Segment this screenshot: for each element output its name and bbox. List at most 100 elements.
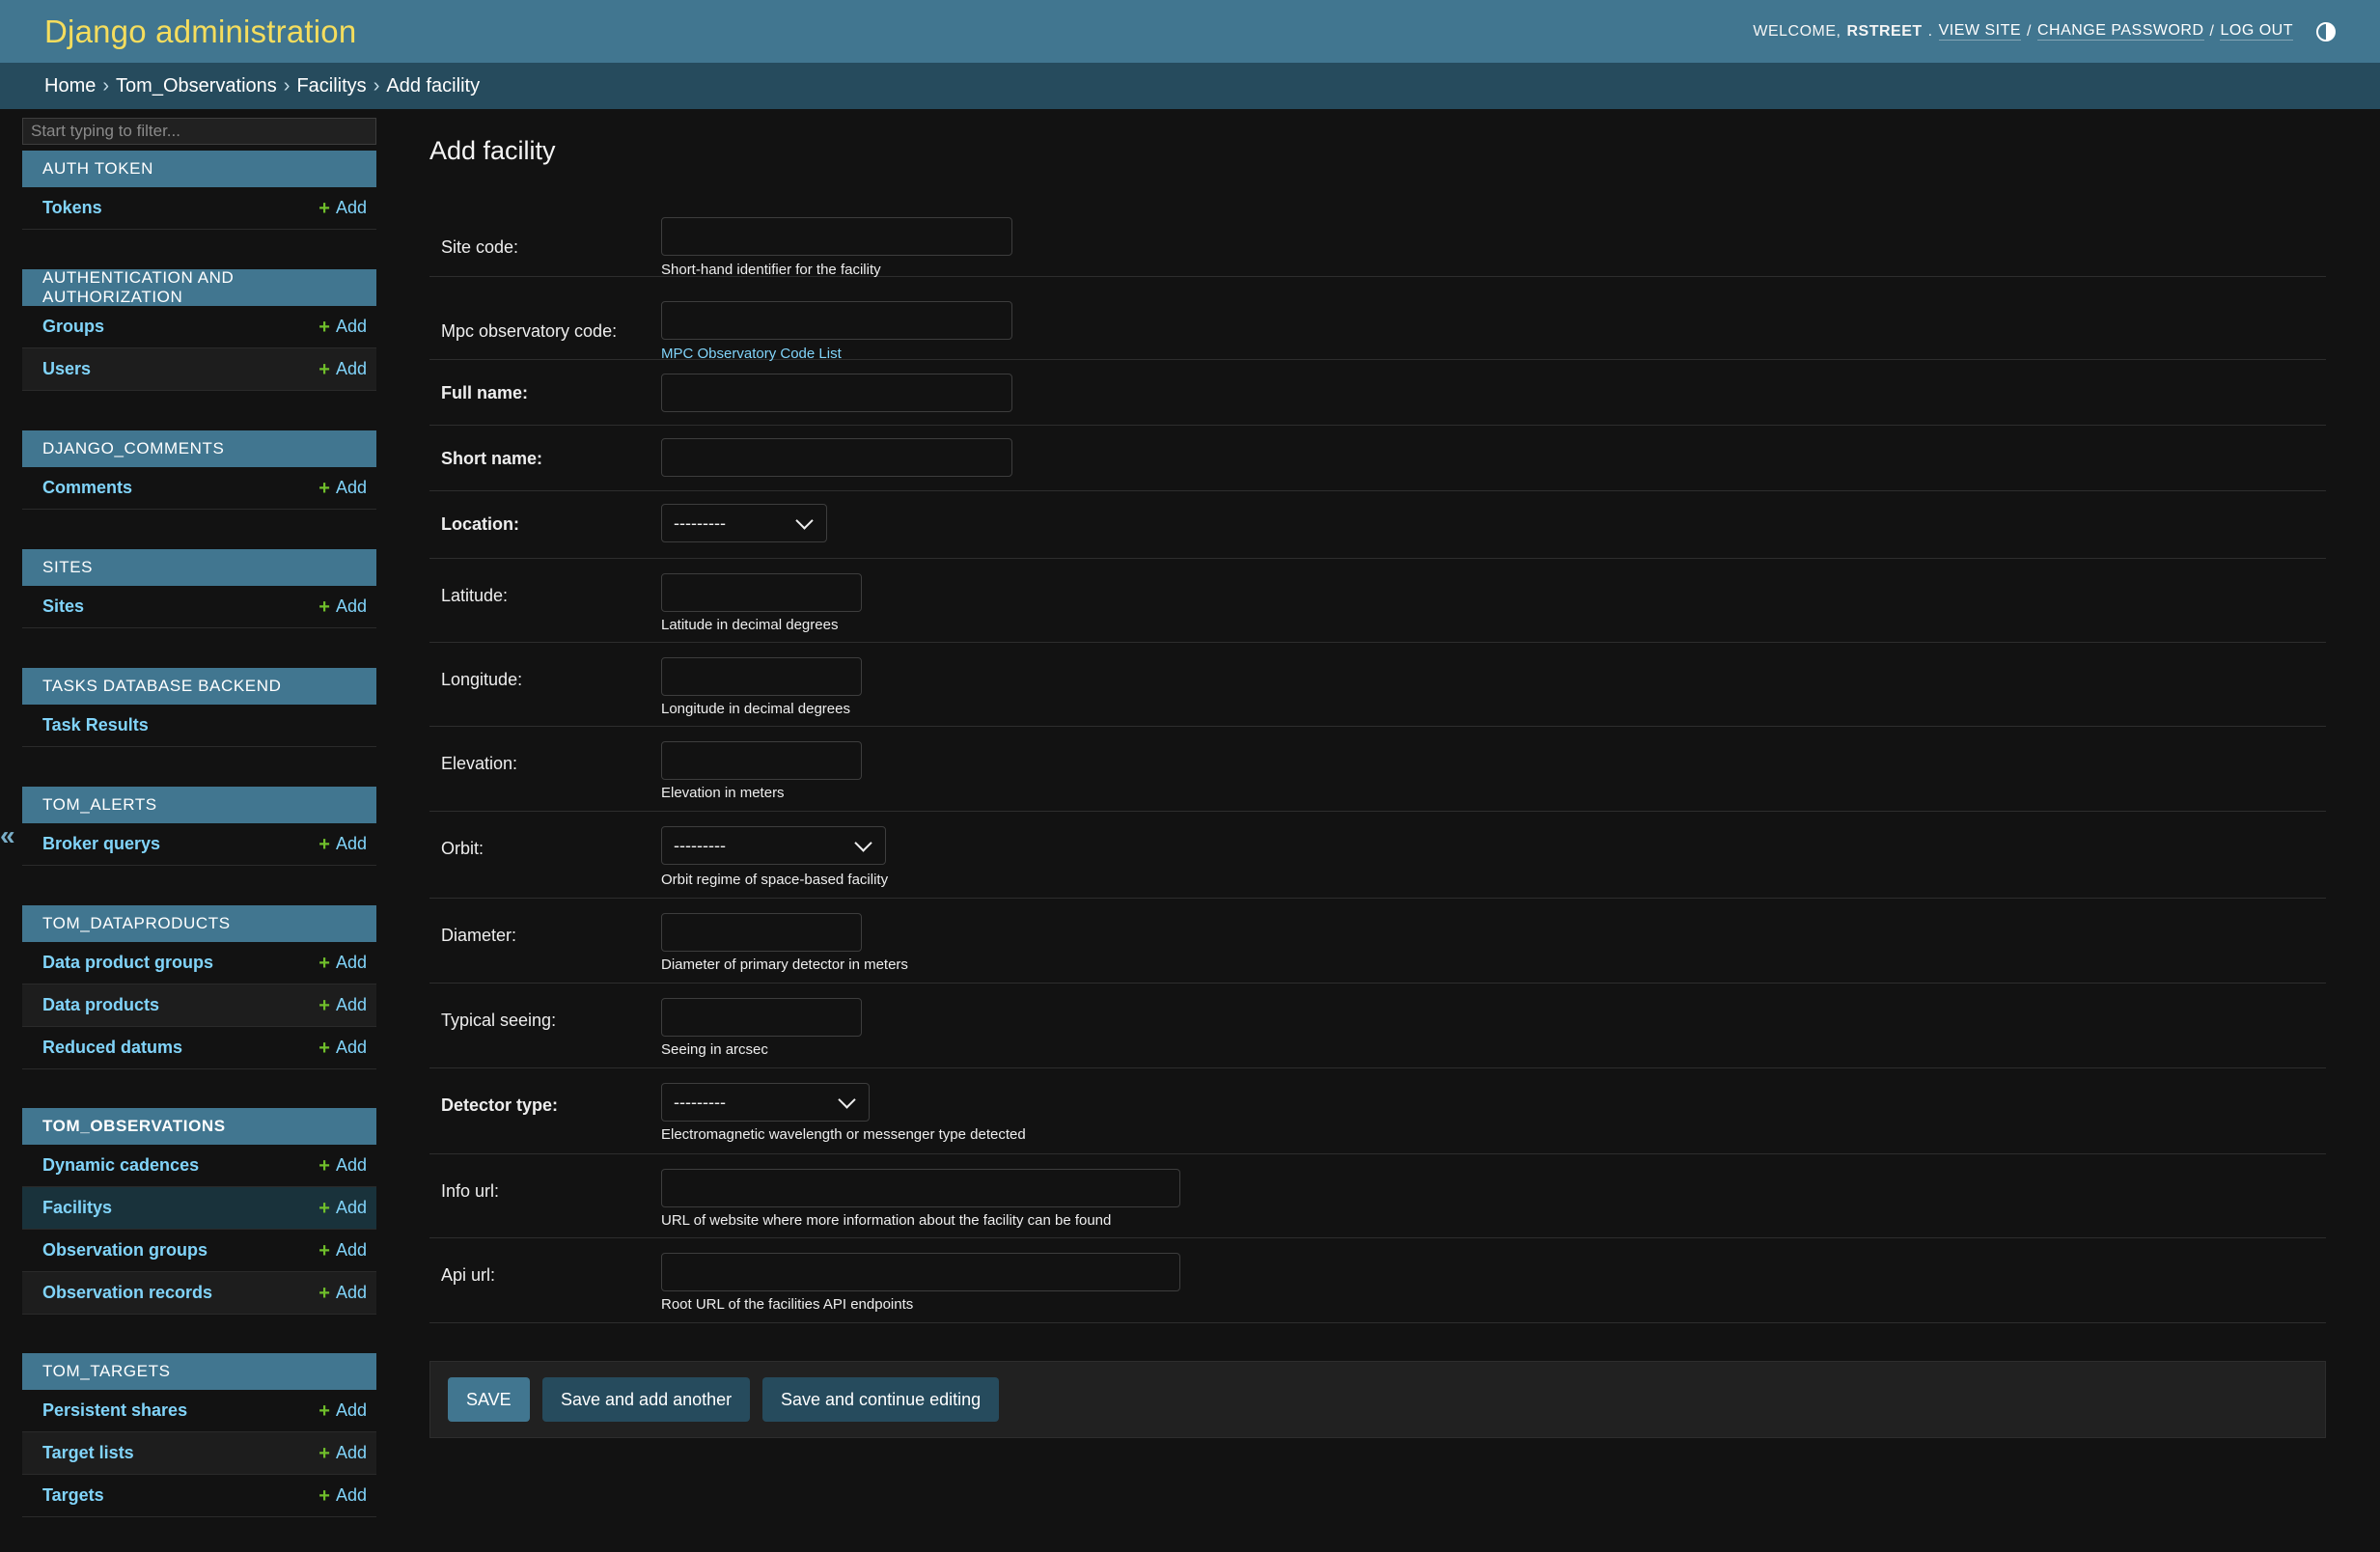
chevron-down-icon: [854, 833, 872, 852]
mpc-code-input[interactable]: [661, 301, 1012, 340]
save-button[interactable]: Save: [448, 1377, 530, 1422]
add-link[interactable]: + Add: [318, 198, 367, 218]
sidebar-item-reduced-datums[interactable]: Reduced datums + Add: [22, 1027, 376, 1069]
module-caption[interactable]: Auth Token: [22, 151, 376, 187]
location-select[interactable]: ---------: [661, 504, 827, 542]
site-code-input[interactable]: [661, 217, 1012, 256]
model-link[interactable]: Sites: [42, 596, 84, 617]
breadcrumb-model[interactable]: Facilitys: [296, 75, 366, 97]
sidebar-item-groups[interactable]: Groups + Add: [22, 306, 376, 348]
model-link[interactable]: Persistent shares: [42, 1400, 187, 1421]
sidebar-item-target-lists[interactable]: Target lists + Add: [22, 1432, 376, 1475]
sidebar-item-observation-groups[interactable]: Observation groups + Add: [22, 1230, 376, 1272]
orbit-select[interactable]: ---------: [661, 826, 886, 865]
add-link[interactable]: + Add: [318, 1443, 367, 1463]
info-url-input[interactable]: [661, 1169, 1180, 1207]
sidebar-item-persistent-shares[interactable]: Persistent shares + Add: [22, 1390, 376, 1432]
add-link[interactable]: + Add: [318, 596, 367, 617]
module-caption[interactable]: Authentication and Authorization: [22, 268, 376, 306]
model-link[interactable]: Users: [42, 359, 91, 379]
sidebar-filter-input[interactable]: [22, 118, 376, 145]
form-row-typical-seeing: Typical seeing: Seeing in arcsec: [429, 984, 2326, 1068]
module-caption[interactable]: Tom_Observations: [22, 1108, 376, 1145]
change-password-link[interactable]: Change password: [2036, 22, 2204, 41]
form-row-latitude: Latitude: Latitude in decimal degrees: [429, 559, 2326, 643]
plus-icon: +: [318, 477, 330, 499]
sidebar-item-users[interactable]: Users + Add: [22, 348, 376, 391]
model-link[interactable]: Reduced datums: [42, 1038, 182, 1058]
diameter-input[interactable]: [661, 913, 862, 952]
add-link[interactable]: + Add: [318, 834, 367, 854]
module-caption[interactable]: Tom_Alerts: [22, 787, 376, 823]
info-url-help: URL of website where more information ab…: [661, 1212, 1112, 1229]
page-title: Add facility: [429, 136, 556, 165]
log-out-link[interactable]: Log out: [2220, 22, 2293, 41]
short-name-input[interactable]: [661, 438, 1012, 477]
plus-icon: +: [318, 1282, 330, 1304]
model-link[interactable]: Broker querys: [42, 834, 160, 854]
add-link[interactable]: + Add: [318, 953, 367, 973]
module-caption[interactable]: Tom_Dataproducts: [22, 905, 376, 942]
save-and-add-another-button[interactable]: Save and add another: [542, 1377, 751, 1422]
sidebar-item-task-results[interactable]: Task Results: [22, 705, 376, 747]
typical-seeing-input[interactable]: [661, 998, 862, 1037]
model-link[interactable]: Groups: [42, 317, 104, 337]
sidebar-item-observation-records[interactable]: Observation records + Add: [22, 1272, 376, 1315]
add-link[interactable]: + Add: [318, 359, 367, 379]
add-link[interactable]: + Add: [318, 995, 367, 1015]
elevation-input[interactable]: [661, 741, 862, 780]
sidebar-collapse-icon[interactable]: «: [0, 817, 15, 855]
add-link[interactable]: + Add: [318, 1038, 367, 1058]
sidebar-item-broker-querys[interactable]: Broker querys + Add: [22, 823, 376, 866]
full-name-label: Full name:: [441, 383, 529, 402]
add-link[interactable]: + Add: [318, 317, 367, 337]
sidebar-item-facilitys[interactable]: Facilitys + Add: [22, 1187, 376, 1230]
api-url-label: Api url:: [441, 1265, 496, 1285]
breadcrumb-home[interactable]: Home: [44, 75, 96, 97]
sidebar-item-sites[interactable]: Sites + Add: [22, 586, 376, 628]
model-link[interactable]: Observation records: [42, 1283, 212, 1303]
site-code-help: Short-hand identifier for the facility: [661, 262, 881, 278]
latitude-input[interactable]: [661, 573, 862, 612]
model-link[interactable]: Facilitys: [42, 1198, 112, 1218]
model-link[interactable]: Data product groups: [42, 953, 213, 973]
model-link[interactable]: Target lists: [42, 1443, 134, 1463]
breadcrumb-app[interactable]: Tom_Observations: [116, 75, 277, 97]
add-link[interactable]: + Add: [318, 1400, 367, 1421]
add-link[interactable]: + Add: [318, 1485, 367, 1506]
longitude-input[interactable]: [661, 657, 862, 696]
module-caption[interactable]: Sites: [22, 549, 376, 586]
add-link[interactable]: + Add: [318, 478, 367, 498]
module-tasks-database-backend: Tasks Database Backend Task Results: [22, 668, 376, 747]
model-link[interactable]: Dynamic cadences: [42, 1155, 199, 1176]
diameter-label: Diameter:: [441, 926, 517, 945]
sidebar-item-tokens[interactable]: Tokens + Add: [22, 187, 376, 230]
sidebar-item-targets[interactable]: Targets + Add: [22, 1475, 376, 1517]
model-link[interactable]: Comments: [42, 478, 132, 498]
add-link[interactable]: + Add: [318, 1155, 367, 1176]
model-link[interactable]: Targets: [42, 1485, 104, 1506]
module-caption[interactable]: Tom_Targets: [22, 1353, 376, 1390]
theme-toggle-icon[interactable]: [2316, 21, 2336, 42]
model-link[interactable]: Tokens: [42, 198, 102, 218]
site-branding[interactable]: Django administration: [44, 14, 356, 50]
sidebar-item-data-products[interactable]: Data products + Add: [22, 984, 376, 1027]
sidebar-item-comments[interactable]: Comments + Add: [22, 467, 376, 510]
module-caption[interactable]: Tasks Database Backend: [22, 668, 376, 705]
sidebar-item-data-product-groups[interactable]: Data product groups + Add: [22, 942, 376, 984]
module-caption[interactable]: Django_Comments: [22, 430, 376, 467]
detector-type-select[interactable]: ---------: [661, 1083, 870, 1122]
add-link[interactable]: + Add: [318, 1240, 367, 1261]
plus-icon: +: [318, 197, 330, 219]
model-link[interactable]: Data products: [42, 995, 159, 1015]
full-name-input[interactable]: [661, 374, 1012, 412]
save-and-continue-button[interactable]: Save and continue editing: [762, 1377, 1000, 1422]
view-site-link[interactable]: View site: [1938, 22, 2022, 41]
model-link[interactable]: Observation groups: [42, 1240, 208, 1261]
sidebar-item-dynamic-cadences[interactable]: Dynamic cadences + Add: [22, 1145, 376, 1187]
api-url-input[interactable]: [661, 1253, 1180, 1291]
form-row-short-name: Short name:: [429, 426, 2326, 491]
add-link[interactable]: + Add: [318, 1283, 367, 1303]
add-link[interactable]: + Add: [318, 1198, 367, 1218]
model-link[interactable]: Task Results: [42, 715, 149, 735]
